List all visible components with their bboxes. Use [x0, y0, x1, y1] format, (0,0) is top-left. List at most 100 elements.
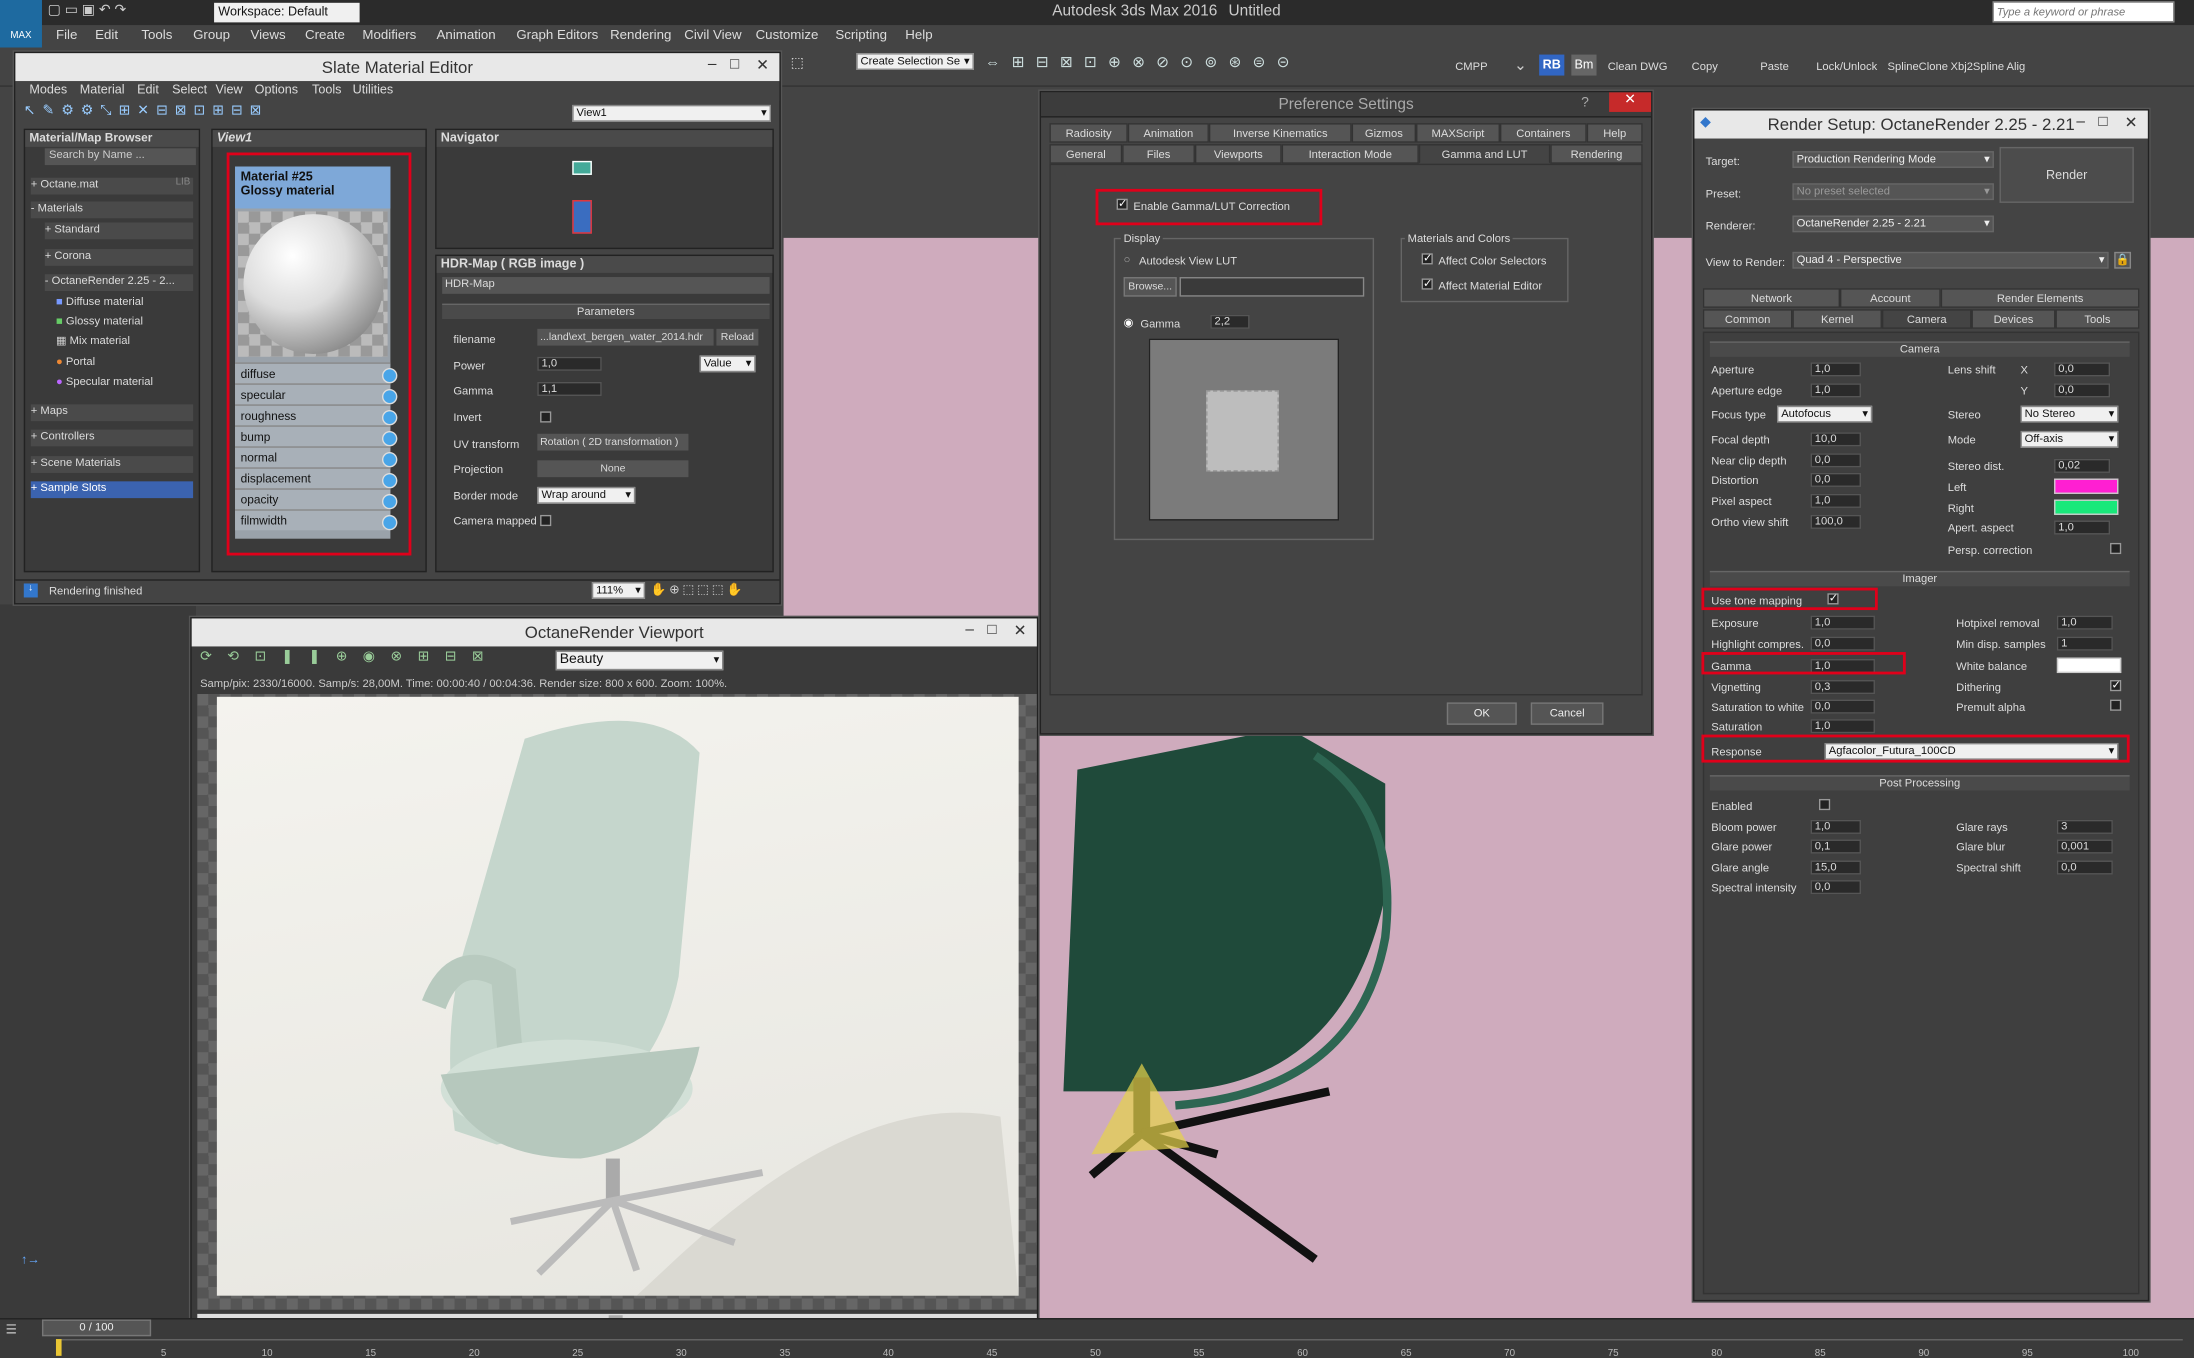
tree-portal[interactable]: ● Portal	[56, 355, 95, 368]
menu-scripting[interactable]: Scripting	[835, 28, 887, 43]
render-button[interactable]: Render	[1999, 146, 2134, 203]
persp-correction-checkbox[interactable]	[2110, 542, 2122, 555]
tab-account[interactable]: Account	[1839, 288, 1941, 308]
projection-button[interactable]: None	[537, 460, 689, 478]
browser-search-input[interactable]: Search by Name ...	[44, 148, 196, 166]
tab-animation[interactable]: Animation	[1127, 123, 1209, 143]
uv-transform-button[interactable]: Rotation ( 2D transformation )	[537, 433, 689, 451]
workspace-select[interactable]: Workspace: Default	[214, 2, 360, 23]
value-mode-dropdown[interactable]: Value	[699, 355, 756, 373]
ortho-shift-spinner[interactable]: 100,0	[1810, 514, 1861, 529]
aperture-edge-spinner[interactable]: 1,0	[1810, 383, 1861, 398]
frame-slider[interactable]: 0 / 100	[41, 1319, 152, 1337]
tab-common[interactable]: Common	[1702, 309, 1793, 329]
power-spinner[interactable]: 1,0	[537, 356, 602, 371]
lock-icon[interactable]: 🔒	[2114, 251, 2132, 269]
menu-help[interactable]: Help	[905, 28, 932, 43]
app-logo[interactable]: MAX	[0, 0, 42, 48]
maximize-icon[interactable]: □	[981, 621, 1003, 641]
tree-corona[interactable]: + Corona	[44, 249, 194, 266]
glare-power-spinner[interactable]: 0,1	[1810, 839, 1861, 854]
view-select[interactable]: View1	[572, 104, 771, 122]
invert-checkbox[interactable]	[540, 411, 552, 423]
lens-shift-y-spinner[interactable]: 0,0	[2054, 383, 2111, 398]
affect-material-editor-checkbox[interactable]: ✓	[1421, 278, 1433, 290]
close-icon[interactable]: ✕	[751, 56, 773, 76]
filename-field[interactable]: ...land\ext_bergen_water_2014.hdr	[537, 328, 714, 346]
timeline-ruler[interactable]	[55, 1339, 2183, 1341]
paste-button[interactable]: Paste	[1760, 60, 1789, 73]
tab-interaction-mode[interactable]: Interaction Mode	[1281, 144, 1419, 164]
tab-viewports[interactable]: Viewports	[1194, 144, 1282, 164]
keyword-search-input[interactable]	[1992, 1, 2175, 23]
saturation-to-white-spinner[interactable]: 0,0	[1810, 699, 1875, 714]
tree-standard[interactable]: + Standard	[44, 222, 194, 240]
glare-rays-spinner[interactable]: 3	[2056, 819, 2113, 834]
min-disp-samples-spinner[interactable]: 1	[2056, 636, 2113, 651]
tab-tools[interactable]: Tools	[2055, 309, 2140, 329]
save-icon[interactable]: ▣	[82, 3, 95, 18]
post-processing-section[interactable]: Post Processing	[1709, 775, 2130, 791]
slate-toolbar[interactable]: ↖✎⚙⚙⤡⊞✕⊟⊠⊡⊞⊟⊠	[24, 104, 430, 124]
premult-alpha-checkbox[interactable]	[2110, 699, 2122, 711]
spectral-shift-spinner[interactable]: 0,0	[2056, 860, 2113, 875]
apert-aspect-spinner[interactable]: 1,0	[2054, 520, 2111, 535]
maximize-icon[interactable]: □	[723, 56, 745, 76]
slate-menu-tools[interactable]: Tools	[312, 83, 341, 97]
tree-materials[interactable]: - Materials	[30, 201, 194, 219]
highlight-compress-spinner[interactable]: 0,0	[1810, 636, 1875, 651]
dithering-checkbox[interactable]: ✓	[2110, 679, 2122, 692]
menu-customize[interactable]: Customize	[756, 28, 819, 43]
imager-section[interactable]: Imager	[1709, 570, 2130, 587]
tree-diffuse-material[interactable]: ■ Diffuse material	[56, 295, 143, 308]
tab-rendering[interactable]: Rendering	[1550, 144, 1643, 164]
tab-radiosity[interactable]: Radiosity	[1049, 123, 1128, 143]
xbj2spline-button[interactable]: Xbj2Spline Alig	[1951, 60, 2026, 73]
vignetting-spinner[interactable]: 0,3	[1810, 680, 1875, 695]
gamma-spinner[interactable]: 2,2	[1210, 314, 1250, 329]
slate-menu-select[interactable]: Select	[172, 83, 207, 97]
parameters-section[interactable]: Parameters	[442, 303, 770, 320]
slate-menu-edit[interactable]: Edit	[137, 83, 159, 97]
stereo-dropdown[interactable]: No Stereo	[2020, 405, 2119, 423]
menu-civil-view[interactable]: Civil View	[684, 28, 741, 43]
close-icon[interactable]: ✕	[1609, 92, 1652, 112]
tree-octane-mat[interactable]: + Octane.mat LIB	[30, 177, 194, 195]
viewport-toolbar[interactable]: ⟳⟲⊡❚❚⊕◉⊗⊞⊟⊠	[200, 649, 550, 671]
slate-menu-options[interactable]: Options	[255, 83, 298, 97]
cancel-button[interactable]: Cancel	[1530, 702, 1604, 725]
redo-icon[interactable]: ↷	[115, 3, 127, 18]
affect-color-selectors-checkbox[interactable]: ✓	[1421, 253, 1433, 265]
focus-type-dropdown[interactable]: Autofocus	[1777, 405, 1873, 423]
open-icon[interactable]: ▭	[65, 3, 78, 18]
tree-maps[interactable]: + Maps	[30, 404, 194, 422]
tab-gizmos[interactable]: Gizmos	[1351, 123, 1417, 143]
ok-button[interactable]: OK	[1446, 702, 1517, 725]
slate-menu-view[interactable]: View	[215, 83, 242, 97]
mode-dropdown[interactable]: Off-axis	[2020, 430, 2119, 448]
tree-mix-material[interactable]: ▦ Mix material	[56, 334, 130, 347]
camera-mapped-checkbox[interactable]	[540, 514, 552, 527]
menu-views[interactable]: Views	[250, 28, 285, 43]
distortion-spinner[interactable]: 0,0	[1810, 472, 1861, 487]
focal-depth-spinner[interactable]: 10,0	[1810, 432, 1861, 447]
pixel-aspect-spinner[interactable]: 1,0	[1810, 493, 1861, 508]
render-pass-dropdown[interactable]: Beauty	[555, 650, 724, 671]
menu-modifiers[interactable]: Modifiers	[362, 28, 416, 43]
preset-dropdown[interactable]: No preset selected	[1792, 183, 1994, 201]
hdr-name-field[interactable]: HDR-Map	[442, 277, 770, 294]
near-clip-spinner[interactable]: 0,0	[1810, 453, 1861, 468]
exposure-spinner[interactable]: 1,0	[1810, 615, 1875, 630]
new-icon[interactable]: ▢	[48, 3, 61, 18]
tree-controllers[interactable]: + Controllers	[30, 429, 194, 447]
zoom-dropdown[interactable]: 111%	[591, 582, 646, 599]
gamma-radio[interactable]: ◉	[1124, 316, 1134, 329]
white-balance-swatch[interactable]	[2056, 657, 2122, 674]
tab-gamma-and-lut[interactable]: Gamma and LUT	[1418, 144, 1551, 164]
copy-button[interactable]: Copy	[1692, 60, 1718, 73]
close-icon[interactable]: ✕	[1009, 621, 1031, 641]
minimize-icon[interactable]: –	[701, 56, 723, 76]
view1-tab[interactable]: View1	[212, 130, 426, 147]
tab-files[interactable]: Files	[1122, 144, 1195, 164]
menu-animation[interactable]: Animation	[437, 28, 496, 43]
